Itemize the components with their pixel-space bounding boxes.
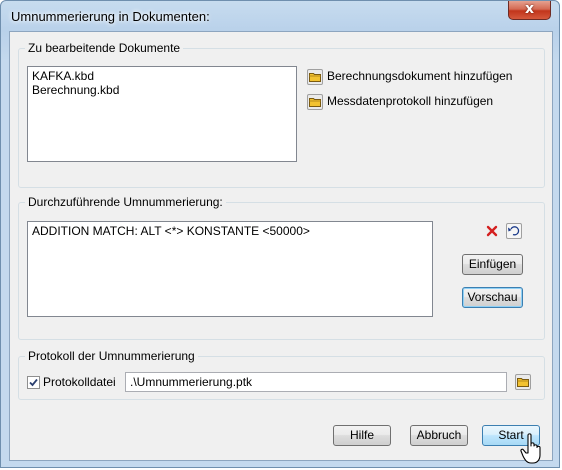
- folder-icon: [309, 73, 321, 82]
- protocol-file-path-field[interactable]: .\Umnummerierung.ptk: [125, 372, 507, 392]
- folder-icon: [517, 378, 529, 387]
- help-button[interactable]: Hilfe: [333, 425, 391, 446]
- window-title: Umnummerierung in Dokumenten:: [11, 9, 210, 24]
- protocol-group: Protokoll der Umnummerierung Protokollda…: [18, 349, 545, 400]
- hand-cursor-icon: [520, 433, 546, 465]
- dialog-client-area: Zu bearbeitende Dokumente KAFKA.kbd Bere…: [9, 31, 553, 461]
- documents-group-title: Zu bearbeitende Dokumente: [25, 41, 184, 55]
- renumbering-rules-list[interactable]: ADDITION MATCH: ALT <*> KONSTANTE <50000…: [27, 221, 433, 317]
- list-item[interactable]: ADDITION MATCH: ALT <*> KONSTANTE <50000…: [32, 224, 428, 238]
- list-item[interactable]: Berechnung.kbd: [32, 83, 292, 97]
- delete-x-icon[interactable]: [485, 224, 499, 238]
- protocol-group-title: Protokoll der Umnummerierung: [25, 349, 198, 363]
- undo-icon: [508, 226, 520, 236]
- preview-button[interactable]: Vorschau: [462, 287, 523, 308]
- add-measure-protocol-label[interactable]: Messdatenprotokoll hinzufügen: [327, 94, 493, 108]
- add-calc-doc-label[interactable]: Berechnungsdokument hinzufügen: [327, 69, 512, 83]
- title-bar[interactable]: Umnummerierung in Dokumenten: x: [1, 1, 559, 35]
- close-button[interactable]: x: [508, 1, 551, 20]
- undo-button[interactable]: [506, 223, 522, 239]
- protocol-file-label[interactable]: Protokolldatei: [43, 375, 116, 389]
- browse-protocol-file-button[interactable]: [515, 374, 531, 390]
- folder-icon: [309, 98, 321, 107]
- add-calc-doc-button[interactable]: [307, 69, 323, 85]
- dialog-window: Umnummerierung in Dokumenten: x Zu bearb…: [0, 0, 560, 468]
- checkmark-icon: [29, 378, 38, 387]
- documents-group: Zu bearbeitende Dokumente KAFKA.kbd Bere…: [18, 41, 545, 188]
- insert-button[interactable]: Einfügen: [462, 254, 523, 275]
- list-item[interactable]: KAFKA.kbd: [32, 69, 292, 83]
- close-icon: x: [524, 1, 535, 17]
- cancel-button[interactable]: Abbruch: [410, 425, 468, 446]
- documents-list[interactable]: KAFKA.kbd Berechnung.kbd: [27, 66, 297, 162]
- add-measure-protocol-button[interactable]: [307, 94, 323, 110]
- protocol-file-checkbox[interactable]: [27, 376, 40, 389]
- renumbering-group: Durchzuführende Umnummerierung: ADDITION…: [18, 195, 545, 340]
- renumbering-group-title: Durchzuführende Umnummerierung:: [25, 195, 226, 209]
